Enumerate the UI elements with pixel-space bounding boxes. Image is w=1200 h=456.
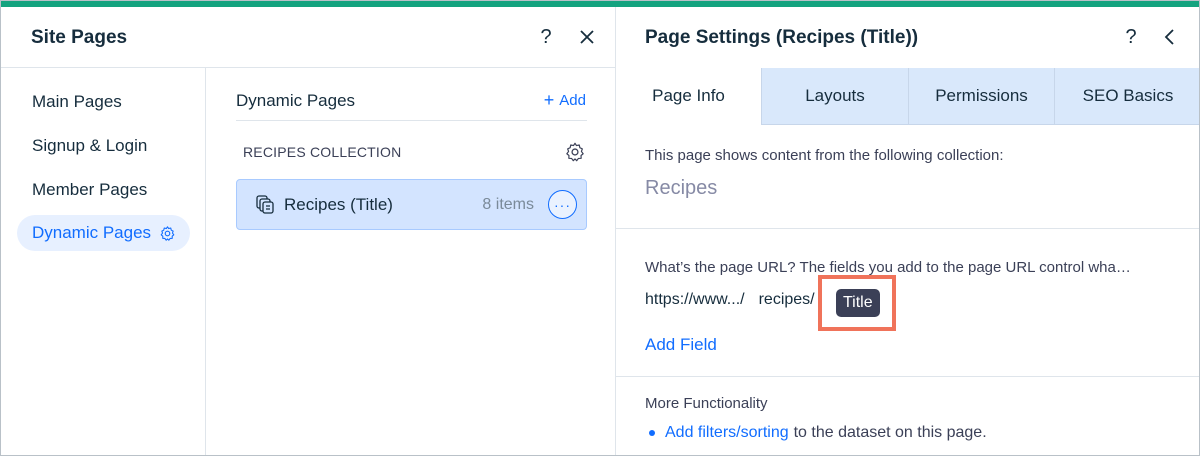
add-page-label: Add — [559, 91, 586, 109]
site-pages-title: Site Pages — [31, 27, 128, 48]
url-preview: https://www.../ recipes/ — [645, 291, 817, 309]
sidebar-item-label: Signup & Login — [32, 136, 148, 155]
help-icon[interactable]: ? — [1118, 24, 1144, 50]
settings-tabs: Page Info Layouts Permissions SEO Basics — [616, 68, 1199, 125]
url-segment: recipes/ — [758, 291, 815, 308]
collection-section: This page shows content from the followi… — [616, 125, 1199, 229]
sidebar-item-label: Member Pages — [32, 180, 148, 199]
page-url-section: What’s the page URL? The fields you add … — [616, 229, 1199, 377]
tab-page-info[interactable]: Page Info — [616, 68, 761, 125]
sidebar-item-label: Main Pages — [32, 92, 122, 111]
page-settings-header: Page Settings (Recipes (Title)) ? — [616, 7, 1199, 68]
tab-seo-basics[interactable]: SEO Basics — [1054, 68, 1199, 125]
collection-name: Recipes — [645, 177, 718, 199]
highlight-box: Title — [818, 275, 896, 331]
add-page-button[interactable]: + Add — [544, 91, 586, 109]
url-field-chip[interactable]: Title — [836, 289, 880, 317]
dynamic-pages-list: Dynamic Pages + Add RECIPES COLLECTION R… — [207, 68, 616, 455]
dynamic-page-icon — [255, 194, 275, 219]
collection-label: RECIPES COLLECTION — [243, 144, 402, 160]
pages-sidebar: Main Pages Signup & Login Member Pages D… — [1, 68, 206, 455]
page-item-label: Recipes (Title) — [284, 195, 393, 214]
page-settings-title: Page Settings (Recipes (Title)) — [645, 27, 919, 48]
close-icon[interactable] — [574, 24, 600, 50]
page-settings-panel: Page Settings (Recipes (Title)) ? Page I… — [616, 7, 1199, 455]
gear-icon[interactable] — [564, 141, 586, 168]
site-pages-panel: Site Pages ? Main Pages Signup & Login M… — [1, 7, 616, 455]
list-item: Add filters/sorting to the dataset on th… — [649, 424, 987, 442]
list-item[interactable]: Recipes (Title) 8 items ··· — [236, 179, 587, 230]
divider — [236, 120, 587, 121]
help-icon[interactable]: ? — [533, 24, 559, 50]
bullet-icon — [649, 430, 655, 436]
tab-permissions[interactable]: Permissions — [908, 68, 1054, 125]
add-filters-link[interactable]: Add filters/sorting — [665, 424, 789, 442]
sidebar-item-member-pages[interactable]: Member Pages — [17, 172, 161, 208]
back-chevron-icon[interactable] — [1157, 24, 1183, 50]
sidebar-item-dynamic-pages[interactable]: Dynamic Pages — [17, 215, 191, 251]
sidebar-item-signup-login[interactable]: Signup & Login — [17, 128, 161, 164]
url-question-text: What’s the page URL? The fields you add … — [645, 259, 1131, 276]
bullet-text: to the dataset on this page. — [793, 424, 987, 441]
dynamic-pages-heading: Dynamic Pages — [236, 91, 356, 110]
page-item-count: 8 items — [482, 196, 534, 213]
collection-intro-text: This page shows content from the followi… — [645, 147, 1004, 164]
more-options-icon[interactable]: ··· — [548, 190, 577, 219]
add-field-link[interactable]: Add Field — [645, 335, 717, 355]
more-functionality-title: More Functionality — [645, 395, 768, 412]
editor-window: Site Pages ? Main Pages Signup & Login M… — [0, 0, 1200, 456]
site-pages-header: Site Pages ? — [1, 7, 615, 68]
sidebar-item-main-pages[interactable]: Main Pages — [17, 84, 136, 120]
tab-layouts[interactable]: Layouts — [761, 68, 908, 125]
plus-icon: + — [543, 90, 555, 110]
url-base: https://www.../ — [645, 291, 745, 308]
more-functionality-section: More Functionality Add filters/sorting t… — [616, 377, 1199, 455]
sidebar-item-label: Dynamic Pages — [32, 223, 152, 242]
gear-icon[interactable] — [159, 225, 176, 242]
